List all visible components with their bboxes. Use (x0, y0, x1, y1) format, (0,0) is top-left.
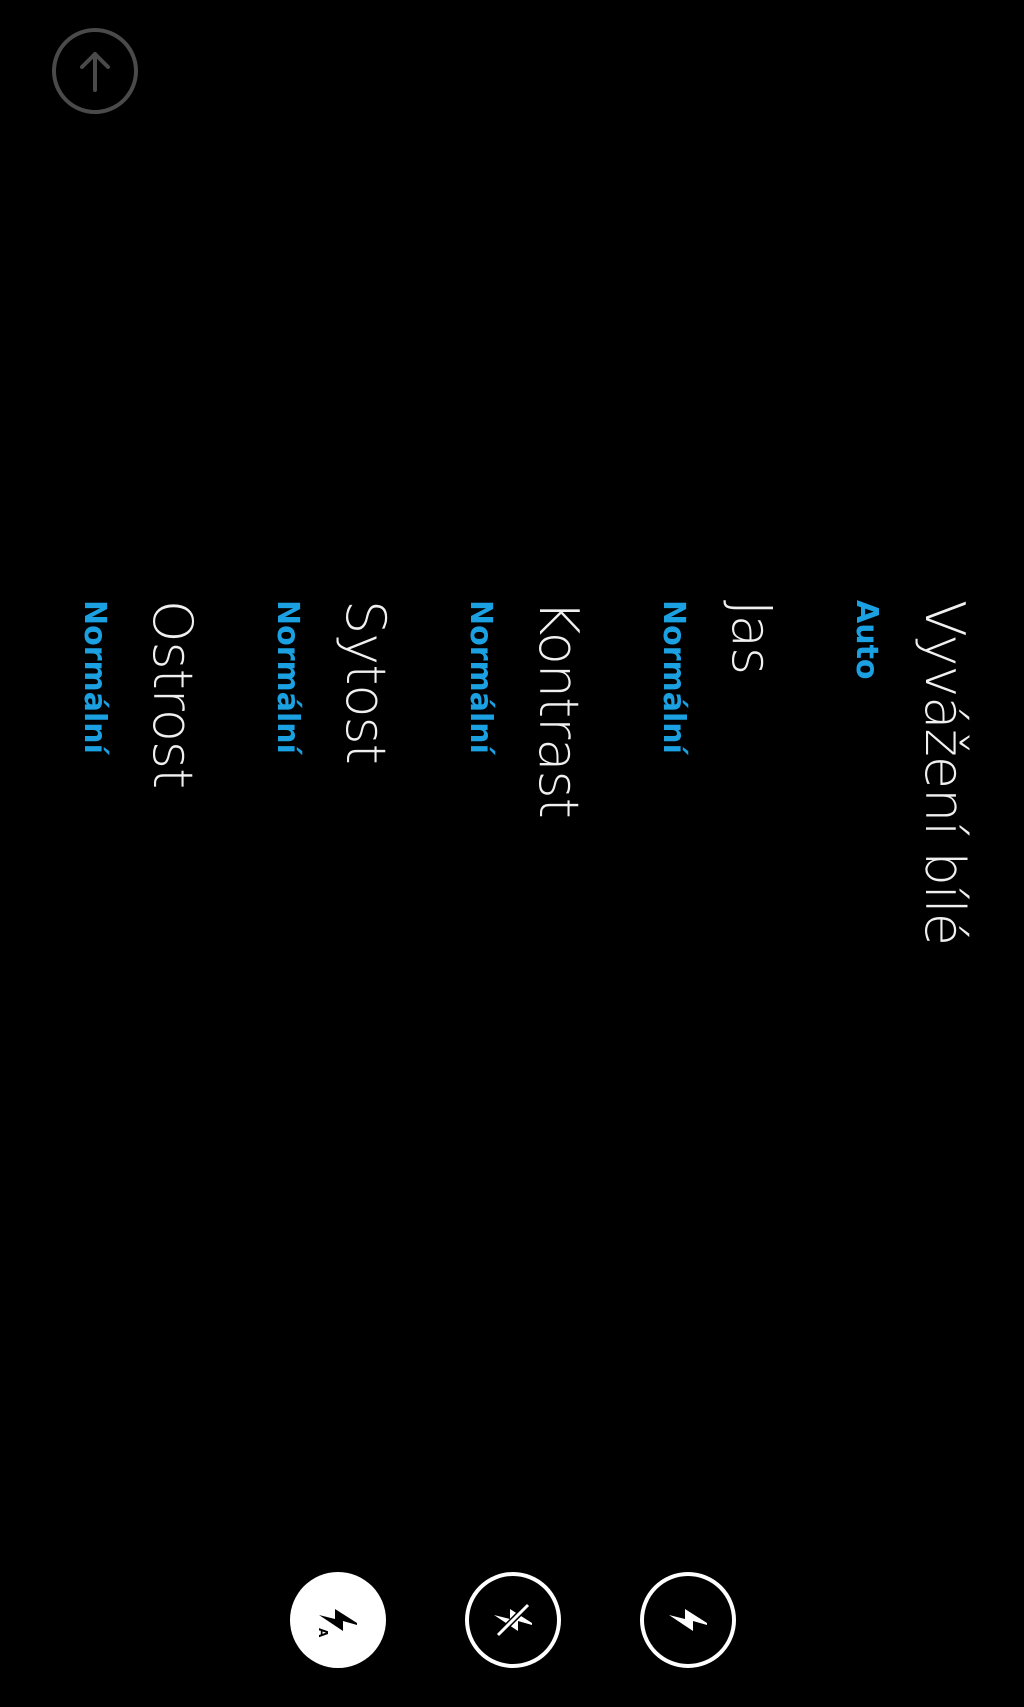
setting-label: Kontrast (527, 600, 590, 818)
flash-off-icon (494, 1602, 532, 1638)
flash-off-button[interactable] (465, 1572, 561, 1668)
setting-value: Auto (849, 600, 884, 680)
setting-value: Normální (270, 600, 305, 754)
setting-saturation[interactable]: Sytost Normální (203, 600, 397, 1020)
setting-sharpness[interactable]: Ostrost Normální (10, 600, 204, 1020)
setting-value: Normální (656, 600, 691, 754)
setting-contrast[interactable]: Kontrast Normální (396, 600, 590, 1020)
setting-white-balance[interactable]: Vyvážení bílé Auto (782, 600, 976, 1020)
flash-auto-button[interactable]: A (290, 1572, 386, 1668)
up-arrow-icon (80, 52, 110, 92)
setting-label: Ostrost (141, 600, 204, 789)
svg-text:A: A (316, 1628, 330, 1638)
settings-list: Vyvážení bílé Auto Jas Normální Kontrast… (10, 600, 976, 1020)
flash-on-button[interactable] (640, 1572, 736, 1668)
camera-settings-screen: Vyvážení bílé Auto Jas Normální Kontrast… (0, 0, 1024, 1707)
setting-value: Normální (463, 600, 498, 754)
setting-brightness[interactable]: Jas Normální (589, 600, 783, 1020)
setting-label: Sytost (334, 600, 397, 764)
setting-label: Jas (720, 600, 783, 675)
flash-auto-icon: A (316, 1609, 357, 1638)
setting-label: Vyvážení bílé (913, 600, 976, 945)
back-button[interactable] (52, 28, 138, 114)
flash-on-icon (669, 1609, 707, 1631)
setting-value: Normální (77, 600, 112, 754)
